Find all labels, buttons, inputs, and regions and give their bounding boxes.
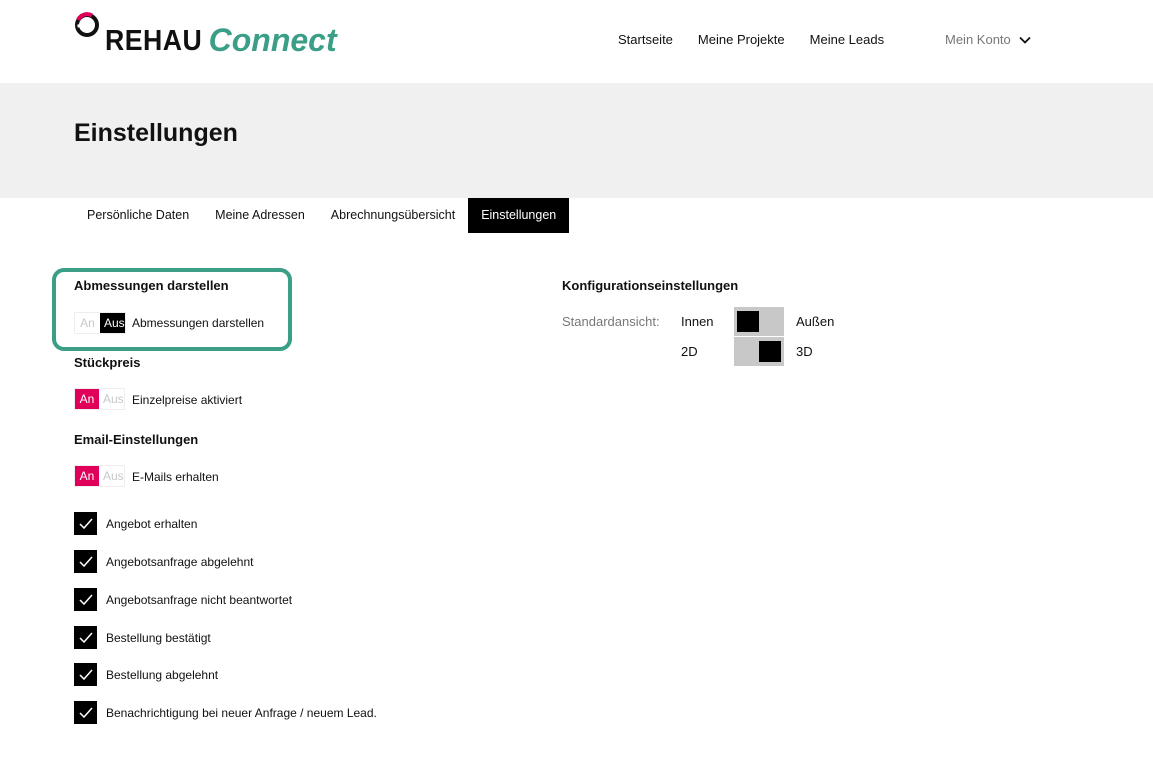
title-band: Einstellungen bbox=[0, 83, 1153, 198]
view-aussen-label: Außen bbox=[796, 314, 835, 329]
config-section-title: Konfigurationseinstellungen bbox=[562, 278, 739, 293]
chevron-down-icon bbox=[1019, 36, 1031, 44]
tab-meine-adressen[interactable]: Meine Adressen bbox=[202, 198, 318, 233]
check-icon[interactable] bbox=[74, 550, 97, 573]
checkbox-angebot-erhalten[interactable]: Angebot erhalten bbox=[74, 512, 197, 535]
logo-connect-text: Connect bbox=[208, 22, 337, 58]
tab-persoenliche-daten[interactable]: Persönliche Daten bbox=[74, 198, 202, 233]
checkbox-angebotsanfrage-nicht-beantwortet[interactable]: Angebotsanfrage nicht beantwortet bbox=[74, 588, 292, 611]
nav-meine-leads[interactable]: Meine Leads bbox=[810, 32, 884, 47]
checkbox-label: Angebotsanfrage abgelehnt bbox=[106, 554, 254, 569]
email-toggle-off[interactable]: Aus bbox=[99, 466, 124, 486]
checkbox-label: Bestellung bestätigt bbox=[106, 630, 211, 645]
account-menu[interactable]: Mein Konto bbox=[945, 32, 1031, 47]
account-label: Mein Konto bbox=[945, 32, 1011, 47]
email-toggle[interactable]: An Aus bbox=[74, 465, 125, 487]
dimensions-toggle-off[interactable]: Aus bbox=[100, 313, 125, 333]
checkbox-label: Angebot erhalten bbox=[106, 516, 198, 531]
email-toggle-on[interactable]: An bbox=[75, 466, 99, 486]
checkbox-label: Bestellung abgelehnt bbox=[106, 667, 219, 682]
dimensions-section-title: Abmessungen darstellen bbox=[74, 278, 229, 293]
dimension-switch-knob[interactable] bbox=[759, 341, 781, 362]
dim-2d-label: 2D bbox=[681, 344, 698, 359]
checkbox-angebotsanfrage-abgelehnt[interactable]: Angebotsanfrage abgelehnt bbox=[74, 550, 253, 573]
account-tabs: Persönliche Daten Meine Adressen Abrechn… bbox=[74, 198, 570, 233]
logo-rehau-text: REHAU bbox=[105, 25, 203, 57]
tab-abrechnungsuebersicht[interactable]: Abrechnungsübersicht bbox=[318, 198, 468, 233]
check-icon[interactable] bbox=[74, 663, 97, 686]
price-toggle[interactable]: An Aus bbox=[74, 388, 125, 410]
view-switch-knob[interactable] bbox=[737, 311, 759, 332]
checkbox-bestellung-abgelehnt[interactable]: Bestellung abgelehnt bbox=[74, 663, 218, 686]
checkbox-label: Angebotsanfrage nicht beantwortet bbox=[106, 592, 293, 607]
dimensions-toggle-label: Abmessungen darstellen bbox=[132, 316, 265, 330]
check-icon[interactable] bbox=[74, 588, 97, 611]
page-title: Einstellungen bbox=[74, 119, 238, 147]
checkbox-benachrichtigung-neuer-anfrage[interactable]: Benachrichtigung bei neuer Anfrage / neu… bbox=[74, 701, 377, 724]
price-section-title: Stückpreis bbox=[74, 355, 141, 370]
email-section-title: Email-Einstellungen bbox=[74, 432, 199, 447]
email-toggle-label: E-Mails erhalten bbox=[132, 470, 219, 484]
default-view-label: Standardansicht: bbox=[562, 314, 660, 329]
checkbox-bestellung-bestaetigt[interactable]: Bestellung bestätigt bbox=[74, 626, 211, 649]
nav-meine-projekte[interactable]: Meine Projekte bbox=[698, 32, 785, 47]
dimension-switch[interactable] bbox=[734, 337, 784, 366]
check-icon[interactable] bbox=[74, 701, 97, 724]
checkbox-label: Benachrichtigung bei neuer Anfrage / neu… bbox=[106, 705, 377, 720]
price-toggle-off[interactable]: Aus bbox=[99, 389, 124, 409]
view-innen-label: Innen bbox=[681, 314, 714, 329]
main-nav: Startseite Meine Projekte Meine Leads bbox=[618, 32, 909, 47]
tab-einstellungen[interactable]: Einstellungen bbox=[468, 198, 570, 233]
check-icon[interactable] bbox=[74, 626, 97, 649]
header: REHAU Connect Startseite Meine Projekte … bbox=[0, 0, 1153, 83]
nav-startseite[interactable]: Startseite bbox=[618, 32, 673, 47]
view-switch[interactable] bbox=[734, 307, 784, 336]
logo[interactable]: REHAU Connect bbox=[74, 12, 337, 56]
check-icon[interactable] bbox=[74, 512, 97, 535]
rehau-logo-icon bbox=[75, 12, 99, 37]
dimensions-toggle[interactable]: An Aus bbox=[74, 312, 126, 334]
dimensions-toggle-on[interactable]: An bbox=[75, 313, 100, 333]
price-toggle-label: Einzelpreise aktiviert bbox=[132, 393, 243, 407]
dim-3d-label: 3D bbox=[796, 344, 813, 359]
price-toggle-on[interactable]: An bbox=[75, 389, 99, 409]
